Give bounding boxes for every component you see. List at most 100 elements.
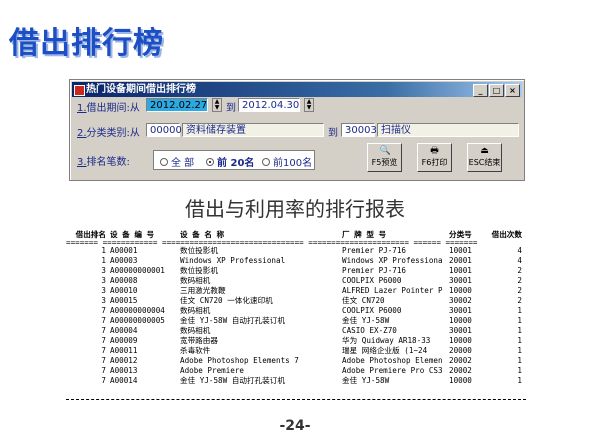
report-bottom-rule xyxy=(66,399,526,400)
category-to-code[interactable]: 30003 xyxy=(341,123,377,137)
cell-rank: 3 xyxy=(101,266,106,275)
cell-cat: 20001 xyxy=(449,256,472,265)
radio-all-label: 全 部 xyxy=(171,158,195,169)
period-to-field[interactable]: 2012.04.30 xyxy=(238,98,300,112)
window-titlebar: 热门设备期间借出排行榜 _ □ × xyxy=(72,82,522,97)
cell-count: 1 xyxy=(517,336,522,345)
cell-cat: 10001 xyxy=(449,266,472,275)
cell-cat: 10000 xyxy=(449,286,472,295)
report-header-row: 借出排名 设 备 编 号 设 备 名 称 厂 牌 型 号 分类号 借出次数 xyxy=(66,230,526,240)
cell-code: A00000000004 xyxy=(110,306,165,315)
header-name: 设 备 名 称 xyxy=(180,230,225,239)
cell-maker: 瑞星 网络企业版 (1~24 xyxy=(342,346,428,355)
cell-name: 数码相机 xyxy=(180,306,211,315)
cell-code: A00010 xyxy=(110,286,138,295)
cell-count: 1 xyxy=(517,316,522,325)
page-number: -24- xyxy=(279,418,311,434)
print-button[interactable]: 🖶 F6打印 xyxy=(417,143,452,172)
cell-count: 1 xyxy=(517,356,522,365)
period-from-field[interactable]: 2012.02.27 xyxy=(146,98,208,112)
cell-rank: 1 xyxy=(101,246,106,255)
minimize-button[interactable]: _ xyxy=(473,84,488,97)
cell-code: A00003 xyxy=(110,256,138,265)
report-title: 借出与利用率的排行报表 xyxy=(185,197,405,221)
category-to-name[interactable]: 扫描仪 xyxy=(377,123,519,137)
app-icon xyxy=(74,85,85,96)
cell-cat: 10000 xyxy=(449,336,472,345)
cell-rank: 3 xyxy=(101,276,106,285)
cell-rank: 3 xyxy=(101,286,106,295)
cell-maker: 金佳 YJ-58W xyxy=(342,316,390,325)
cell-name: 数码相机 xyxy=(180,276,211,285)
cell-code: A00011 xyxy=(110,346,138,355)
cell-maker: COOLPIX P6000 xyxy=(342,276,402,285)
header-maker: 厂 牌 型 号 xyxy=(342,230,387,239)
preview-icon: 🔍 xyxy=(379,146,391,156)
table-row: 7 A00004 数码相机 CASIO EX-Z70 30001 1 xyxy=(66,326,526,336)
category-label-text: 分类类别:从 xyxy=(86,128,140,139)
preview-button-label: F5预览 xyxy=(371,158,398,167)
cell-name: 金佳 YJ-58W 自动打孔装订机 xyxy=(180,316,285,325)
radio-top100[interactable]: 前100名 xyxy=(262,154,312,169)
period-to-spinner[interactable]: ▲ ▼ xyxy=(304,98,314,112)
period-from-spinner[interactable]: ▲ ▼ xyxy=(212,98,222,112)
print-button-label: F6打印 xyxy=(421,158,448,167)
cell-cat: 30001 xyxy=(449,306,472,315)
period-label: 1.借出期间:从 xyxy=(77,99,140,114)
close-button[interactable]: × xyxy=(505,84,520,97)
table-row: 3 A00008 数码相机 COOLPIX P6000 30001 2 xyxy=(66,276,526,286)
cell-maker: Windows XP Professiona xyxy=(342,256,442,265)
cell-code: A00012 xyxy=(110,356,138,365)
cell-maker: 金佳 YJ-58W xyxy=(342,376,390,385)
cell-name: 数位投影机 xyxy=(180,266,218,275)
rank-count-label: 3.排名笔数: xyxy=(77,153,130,168)
table-row: 1 A00003 Windows XP Professional Windows XP… xyxy=(66,256,526,266)
cell-code: A00000000005 xyxy=(110,316,165,325)
header-cat: 分类号 xyxy=(449,230,472,239)
table-row: 7 A00009 宽带路由器 华为 Quidway AR18-33 10000 1 xyxy=(66,336,526,346)
rank-count-radio-group: 全 部 前 20名 前100名 xyxy=(153,150,315,170)
table-row: 7 A00012 Adobe Photoshop Elements 7 Adobe P… xyxy=(66,356,526,366)
cell-count: 1 xyxy=(517,326,522,335)
cell-rank: 7 xyxy=(101,366,106,375)
cell-count: 2 xyxy=(517,266,522,275)
cell-code: A00001 xyxy=(110,246,138,255)
cell-cat: 10000 xyxy=(449,376,472,385)
cell-maker: Adobe Premiere Pro CS3 xyxy=(342,366,442,375)
radio-top20-label: 前 20名 xyxy=(217,158,255,169)
cell-maker: Adobe Photoshop Elemen xyxy=(342,356,442,365)
cell-name: 佳文 CN720 一体化速印机 xyxy=(180,296,273,305)
cell-rank: 7 xyxy=(101,336,106,345)
rank-count-label-text: 排名笔数: xyxy=(86,157,130,168)
radio-all[interactable]: 全 部 xyxy=(160,154,194,169)
cell-name: 数码相机 xyxy=(180,326,211,335)
cell-cat: 20000 xyxy=(449,346,472,355)
preview-button[interactable]: 🔍 F5预览 xyxy=(367,143,402,172)
category-label: 2.分类类别:从 xyxy=(77,124,140,139)
radio-dot xyxy=(262,157,270,166)
exit-button[interactable]: ⏏ ESC结束 xyxy=(467,143,502,172)
cell-code: A00014 xyxy=(110,376,138,385)
cell-count: 1 xyxy=(517,376,522,385)
category-from-code[interactable]: 00000 xyxy=(146,123,182,137)
table-row: 7 A00014 金佳 YJ-58W 自动打孔装订机 金佳 YJ-58W 10000 1 xyxy=(66,376,526,386)
maximize-button[interactable]: □ xyxy=(489,84,504,97)
cell-count: 1 xyxy=(517,306,522,315)
table-row: 7 A00000000005 金佳 YJ-58W 自动打孔装订机 金佳 YJ-58W 1… xyxy=(66,316,526,326)
category-to-label: 到 xyxy=(328,128,338,139)
cell-code: A00015 xyxy=(110,296,138,305)
cell-rank: 7 xyxy=(101,306,106,315)
cell-count: 4 xyxy=(517,246,522,255)
header-code: 设 备 编 号 xyxy=(110,230,155,239)
radio-top100-label: 前100名 xyxy=(273,158,313,169)
cell-maker: 华为 Quidway AR18-33 xyxy=(342,336,431,345)
cell-name: Adobe Premiere xyxy=(180,366,245,375)
radio-top20[interactable]: 前 20名 xyxy=(206,154,254,169)
cell-name: 数位投影机 xyxy=(180,246,218,255)
table-row: 3 A00015 佳文 CN720 一体化速印机 佳文 CN720 30002 2 xyxy=(66,296,526,306)
cell-code: A00013 xyxy=(110,366,138,375)
cell-rank: 7 xyxy=(101,346,106,355)
category-from-name[interactable]: 资料储存装置 xyxy=(182,123,324,137)
cell-rank: 1 xyxy=(101,256,106,265)
cell-maker: ALFRED Lazer Pointer P xyxy=(342,286,442,295)
